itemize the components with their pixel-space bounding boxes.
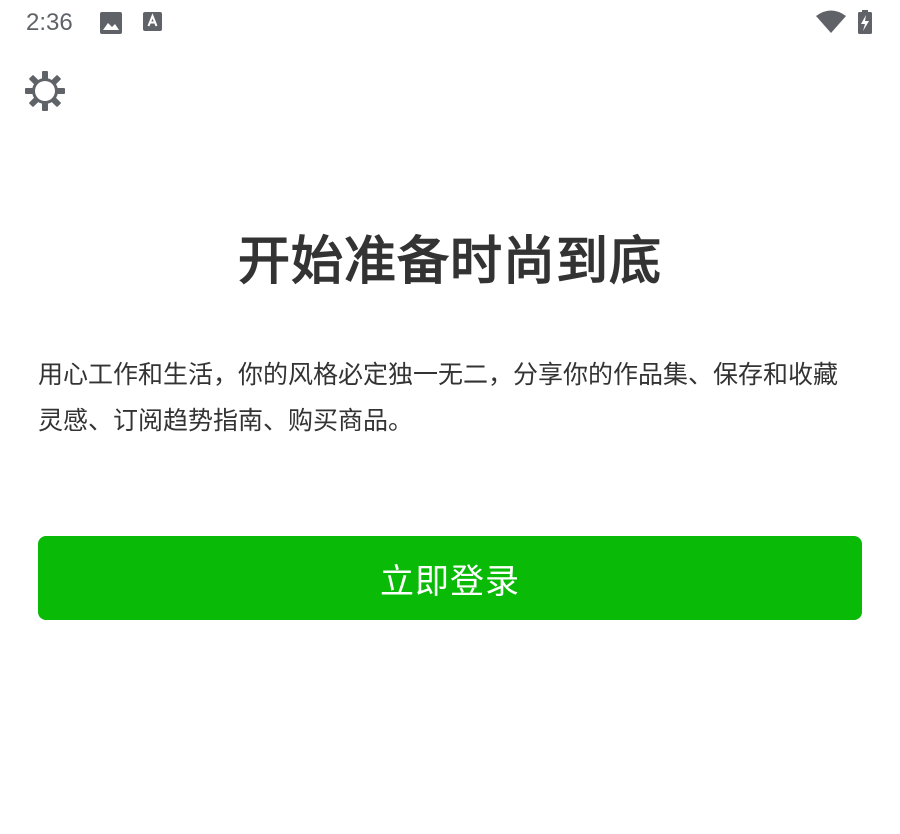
font-icon [143,12,162,31]
gear-icon [25,71,65,111]
status-bar: 2:36 [0,0,900,46]
status-time: 2:36 [26,9,73,36]
battery-charging-icon [858,10,872,34]
page-title: 开始准备时尚到底 [237,232,662,292]
image-icon [100,12,122,34]
login-button[interactable]: 立即登录 [38,536,862,620]
intro-description: 用心工作和生活，你的风格必定独一无二，分享你的作品集、保存和收藏灵感、订阅趋势指… [38,360,839,435]
settings-button[interactable] [20,66,70,116]
wifi-icon [816,10,846,33]
